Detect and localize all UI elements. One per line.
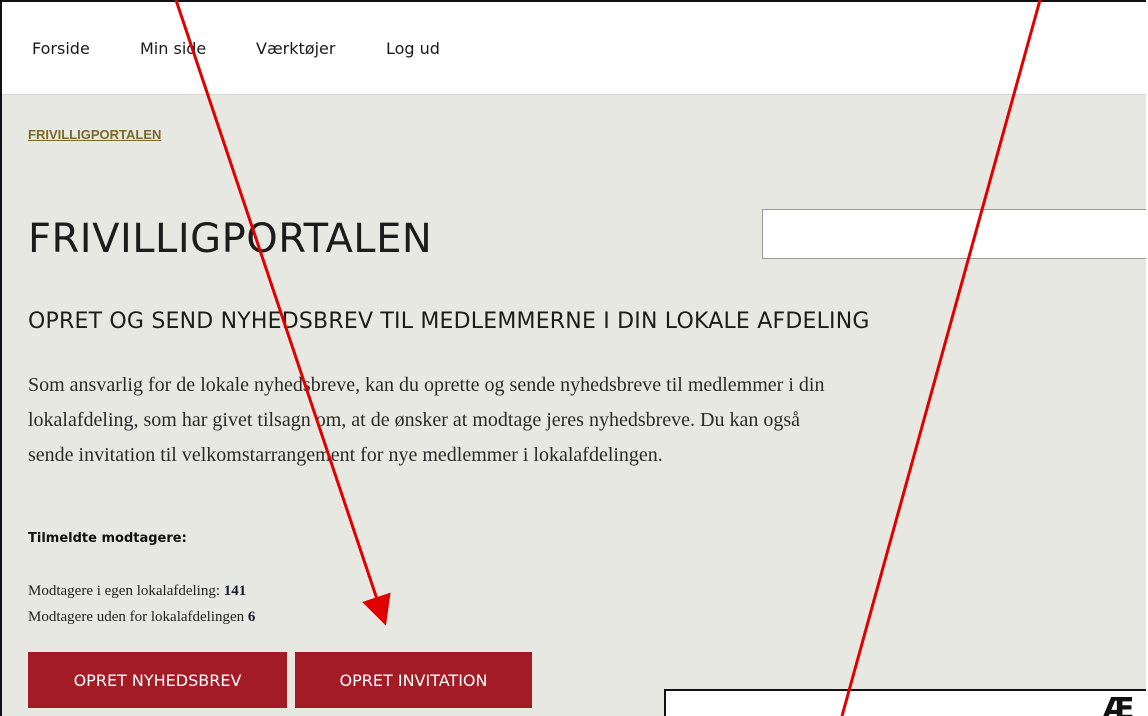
- other-recipients-line: Modtagere uden for lokalafdelingen 6: [28, 609, 255, 626]
- own-recipients-label: Modtagere i egen lokalafdeling:: [28, 583, 224, 599]
- intro-text: Som ansvarlig for de lokale nyhedsbreve,…: [28, 368, 1128, 473]
- overlay-glyph: Æ: [1102, 692, 1135, 716]
- intro-line: sende invitation til velkomstarrangement…: [28, 444, 663, 466]
- create-invitation-button[interactable]: OPRET INVITATION: [295, 652, 532, 708]
- search-input[interactable]: [762, 209, 1146, 259]
- top-navigation: Forside Min side Værktøjer Log ud: [2, 2, 1146, 95]
- page-title: FRIVILLIGPORTALEN: [28, 216, 433, 262]
- recipients-label: Tilmeldte modtagere:: [28, 531, 187, 546]
- create-newsletter-button[interactable]: OPRET NYHEDSBREV: [28, 652, 287, 708]
- section-heading: OPRET OG SEND NYHEDSBREV TIL MEDLEMMERNE…: [28, 309, 870, 334]
- breadcrumb[interactable]: FRIVILLIGPORTALEN: [28, 127, 161, 142]
- other-recipients-label: Modtagere uden for lokalafdelingen: [28, 609, 248, 625]
- nav-item-forside[interactable]: Forside: [32, 39, 90, 58]
- nav-item-min-side[interactable]: Min side: [140, 39, 206, 58]
- own-recipients-count: 141: [223, 583, 247, 599]
- other-recipients-count: 6: [247, 609, 256, 625]
- intro-line: Som ansvarlig for de lokale nyhedsbreve,…: [28, 374, 825, 396]
- intro-line: lokalafdeling, som har givet tilsagn om,…: [28, 409, 801, 431]
- overlay-panel: [664, 689, 1146, 716]
- nav-item-log-ud[interactable]: Log ud: [386, 39, 440, 58]
- own-recipients-line: Modtagere i egen lokalafdeling: 141: [28, 583, 246, 600]
- browser-viewport: Forside Min side Værktøjer Log ud FRIVIL…: [0, 0, 1146, 716]
- nav-item-vaerktoejer[interactable]: Værktøjer: [256, 39, 335, 58]
